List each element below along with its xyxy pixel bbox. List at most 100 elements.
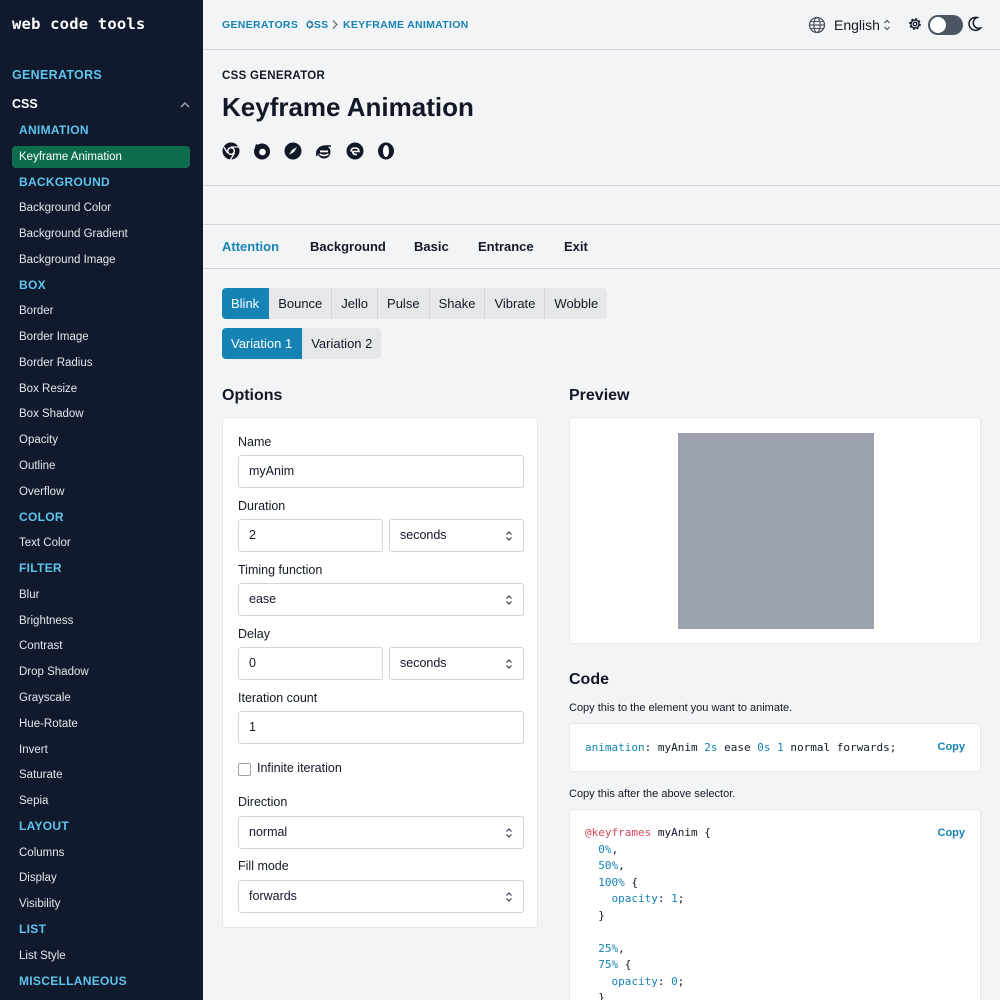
delay-input[interactable]: 0 (238, 647, 383, 680)
timing-function-value: ease (249, 592, 277, 606)
sidebar-item-saturate[interactable]: Saturate (12, 764, 190, 786)
site-logo[interactable]: web code tools (12, 15, 145, 33)
keyframes-code: @keyframes myAnim { 0%, 50%, 100% { opac… (585, 826, 711, 1000)
sidebar-item-border-radius[interactable]: Border Radius (12, 352, 190, 374)
keyframes-code-block: @keyframes myAnim { 0%, 50%, 100% { opac… (569, 809, 981, 1000)
sidebar-item-grayscale[interactable]: Grayscale (12, 687, 190, 709)
animation-pulse-button[interactable]: Pulse (378, 288, 430, 319)
sidebar-item-background-gradient[interactable]: Background Gradient (12, 223, 190, 245)
duration-input[interactable]: 2 (238, 519, 383, 552)
sidebar-css-group[interactable]: CSS (12, 97, 38, 111)
sidebar-item-border-image[interactable]: Border Image (12, 326, 190, 348)
sidebar-item-box-shadow[interactable]: Box Shadow (12, 403, 190, 425)
animation-shake-button[interactable]: Shake (430, 288, 486, 319)
fill-mode-value: forwards (249, 889, 297, 903)
infinite-iteration-label[interactable]: Infinite iteration (257, 761, 342, 775)
fill-mode-select[interactable]: forwards (238, 880, 524, 913)
select-caret-icon (506, 892, 512, 902)
sidebar-item-list-style[interactable]: List Style (12, 945, 190, 967)
dark-mode-toggle[interactable] (928, 15, 963, 35)
sidebar-heading-animation: ANIMATION (19, 123, 89, 137)
gear-icon[interactable] (907, 16, 923, 32)
animation-vibrate-button[interactable]: Vibrate (485, 288, 546, 319)
sidebar-item-display[interactable]: Display (12, 867, 190, 889)
code-stop-25: 25% (598, 941, 619, 955)
code-count: 1 (777, 741, 784, 754)
code-stop-100: 100% (598, 875, 625, 889)
globe-icon[interactable] (808, 16, 826, 34)
delay-unit-select[interactable]: seconds (389, 647, 524, 680)
breadcrumb-keyframe-animation[interactable]: KEYFRAME ANIMATION (343, 19, 469, 31)
sidebar-item-opacity[interactable]: Opacity (12, 429, 190, 451)
timing-function-select[interactable]: ease (238, 583, 524, 616)
sidebar-item-keyframe-animation[interactable]: Keyframe Animation (12, 146, 190, 168)
code-note-keyframes: Copy this after the above selector. (569, 788, 736, 800)
sidebar-item-border[interactable]: Border (12, 300, 190, 322)
animation-wobble-button[interactable]: Wobble (545, 288, 607, 319)
page-kicker: CSS GENERATOR (222, 70, 326, 82)
iteration-count-label: Iteration count (238, 691, 318, 705)
sidebar-item-outline[interactable]: Outline (12, 455, 190, 477)
direction-select[interactable]: normal (238, 816, 524, 849)
chevron-up-icon[interactable] (179, 99, 191, 111)
sidebar-heading-layout: LAYOUT (19, 819, 70, 833)
code-kf-name: myAnim (657, 826, 698, 839)
sidebar-item-blur[interactable]: Blur (12, 584, 190, 606)
animation-code-block: animation: myAnim 2s ease 0s 1 normal fo… (569, 723, 981, 772)
variation-1-button[interactable]: Variation 1 (222, 328, 303, 359)
animation-jello-button[interactable]: Jello (332, 288, 379, 319)
sidebar-item-invert[interactable]: Invert (12, 739, 190, 761)
animation-bounce-button[interactable]: Bounce (269, 288, 333, 319)
sidebar-item-brightness[interactable]: Brightness (12, 610, 190, 632)
preview-heading: Preview (569, 387, 630, 404)
tab-entrance[interactable]: Entrance (478, 239, 534, 254)
sidebar-item-background-color[interactable]: Background Color (12, 197, 190, 219)
tab-basic[interactable]: Basic (414, 239, 449, 254)
toggle-knob (930, 17, 946, 33)
language-select[interactable]: English (834, 17, 880, 33)
preview-panel (569, 417, 981, 644)
select-caret-icon (506, 531, 512, 541)
code-opacity-1: 1 (671, 892, 678, 905)
duration-unit-select[interactable]: seconds (389, 519, 524, 552)
iteration-count-input[interactable]: 1 (238, 711, 524, 744)
code-duration: 2s (704, 741, 718, 754)
sidebar-generators-link[interactable]: GENERATORS (12, 68, 102, 82)
sidebar-item-text-color[interactable]: Text Color (12, 532, 190, 554)
chrome-icon (222, 142, 240, 160)
variation-2-button[interactable]: Variation 2 (302, 328, 381, 359)
delay-unit-value: seconds (400, 656, 447, 670)
page-title: Keyframe Animation (222, 92, 474, 122)
name-input[interactable]: myAnim (238, 455, 524, 488)
select-caret-icon (506, 659, 512, 669)
sidebar-item-background-image[interactable]: Background Image (12, 249, 190, 271)
sidebar-heading-color: COLOR (19, 510, 64, 524)
tab-attention[interactable]: Attention (222, 239, 279, 254)
select-caret-icon (506, 828, 512, 838)
fill-mode-label: Fill mode (238, 859, 289, 873)
timing-function-label: Timing function (238, 563, 323, 577)
sidebar-item-contrast[interactable]: Contrast (12, 635, 190, 657)
sidebar-item-drop-shadow[interactable]: Drop Shadow (12, 661, 190, 683)
code-at-keyframes: @keyframes (585, 826, 652, 839)
copy-keyframes-button[interactable]: Copy (938, 827, 966, 839)
direction-value: normal (249, 825, 288, 839)
sidebar-item-box-resize[interactable]: Box Resize (12, 378, 190, 400)
breadcrumb-generators[interactable]: GENERATORS (222, 19, 298, 31)
top-bar: GENERATORS CSS KEYFRAME ANIMATION Englis… (203, 0, 1000, 50)
sidebar-item-overflow[interactable]: Overflow (12, 481, 190, 503)
sidebar-item-columns[interactable]: Columns (12, 842, 190, 864)
breadcrumb-css[interactable]: CSS (306, 19, 329, 31)
tab-exit[interactable]: Exit (564, 239, 588, 254)
animation-code-line: animation: myAnim 2s ease 0s 1 normal fo… (585, 741, 897, 754)
sidebar-item-sepia[interactable]: Sepia (12, 790, 190, 812)
animation-blink-button[interactable]: Blink (222, 288, 270, 319)
copy-animation-button[interactable]: Copy (938, 741, 966, 753)
sidebar-item-visibility[interactable]: Visibility (12, 893, 190, 915)
infinite-iteration-checkbox[interactable] (238, 763, 251, 776)
tab-background[interactable]: Background (310, 239, 386, 254)
options-panel: Name myAnim Duration 2 seconds Timing fu… (222, 417, 538, 928)
sidebar-item-hue-rotate[interactable]: Hue-Rotate (12, 713, 190, 735)
sidebar-heading-miscellaneous: MISCELLANEOUS (19, 974, 127, 988)
code-opacity-prop-2: opacity (611, 974, 658, 988)
